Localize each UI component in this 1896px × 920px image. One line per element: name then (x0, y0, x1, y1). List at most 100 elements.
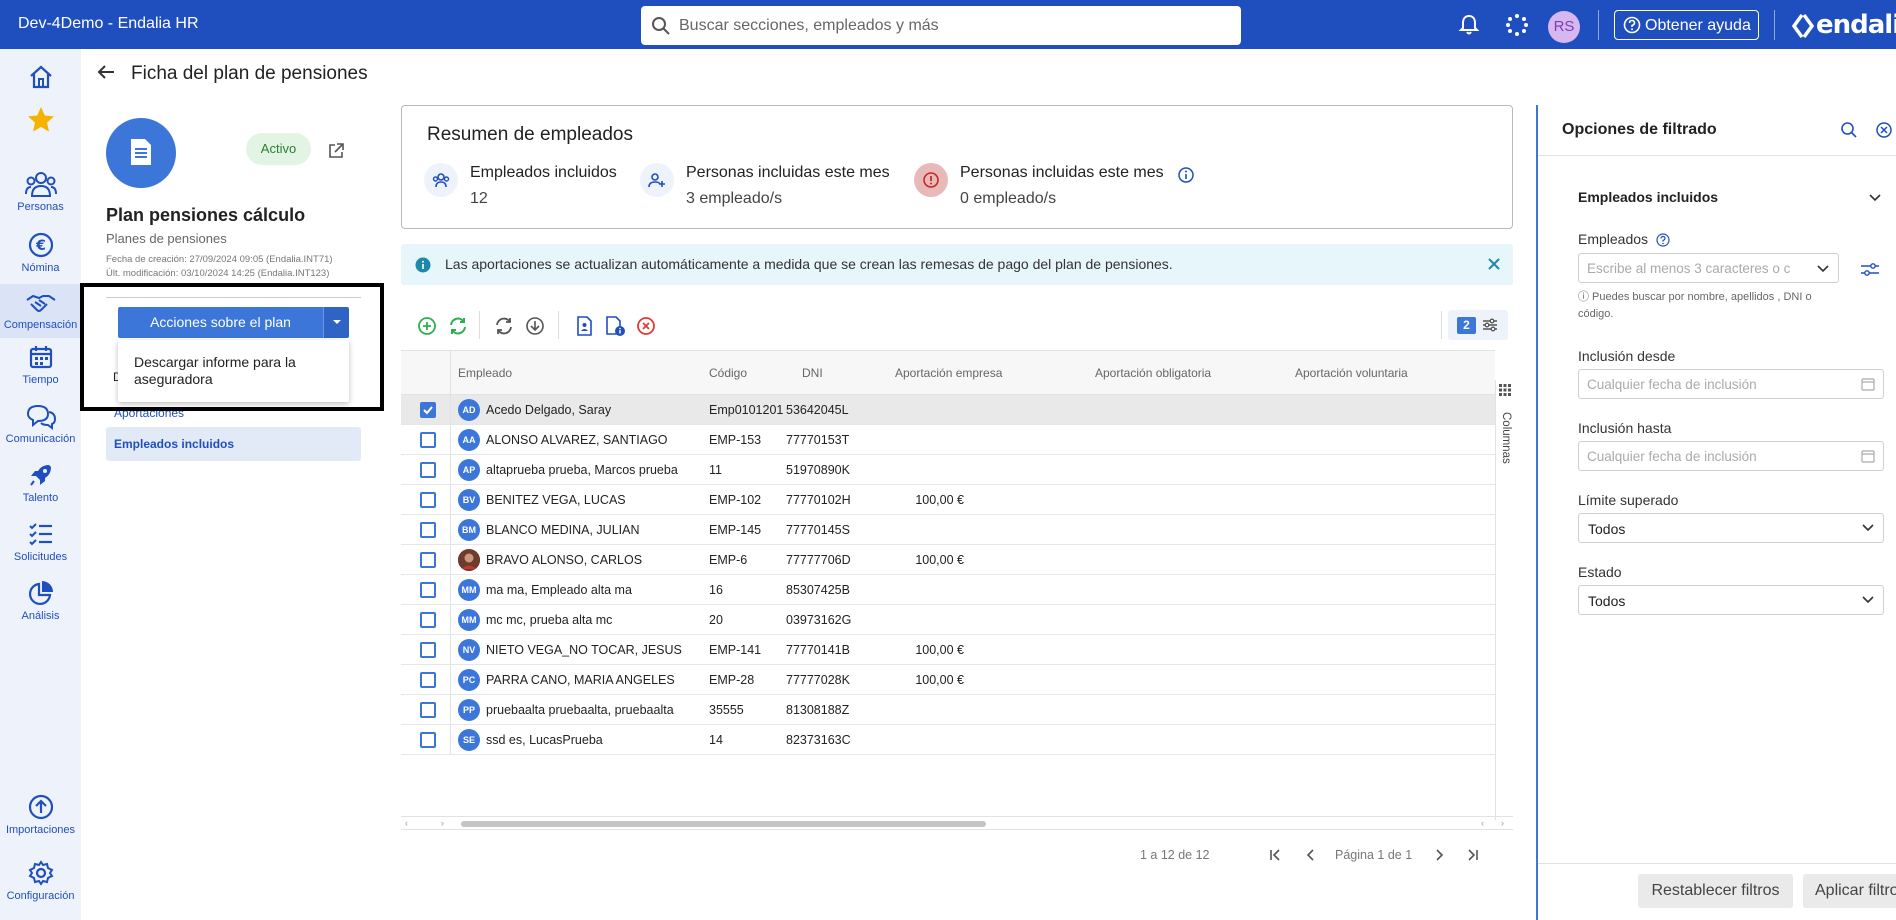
search-input[interactable] (679, 6, 1229, 45)
row-checkbox[interactable] (420, 462, 436, 478)
table-row[interactable]: MM mc mc, prueba alta mc 20 03973162G (401, 605, 1495, 635)
external-link-icon[interactable] (327, 142, 345, 160)
nav-solicitudes[interactable]: Solicitudes (0, 520, 81, 563)
nav-tiempo[interactable]: Tiempo (0, 343, 81, 386)
table-row[interactable]: AA ALONSO ALVAREZ, SANTIAGO EMP-153 7777015… (401, 425, 1495, 455)
cell-employee: BENITEZ VEGA, LUCAS (486, 493, 626, 507)
nav-talento[interactable]: Talento (0, 461, 81, 504)
employees-grid: Empleado Código DNI Aportación empresa A… (401, 350, 1513, 830)
table-row[interactable]: NV NIETO VEGA_NO TOCAR, JESUS EMP-141 77770… (401, 635, 1495, 665)
user-avatar[interactable]: RS (1548, 11, 1580, 43)
column-header[interactable]: Código (709, 366, 747, 380)
previous-page-icon[interactable] (1302, 846, 1320, 864)
apply-filters-button[interactable]: Aplicar filtros (1803, 874, 1896, 908)
subnav-item-empleados[interactable]: Empleados incluidos (106, 427, 361, 461)
nav-personas[interactable]: Personas (0, 170, 81, 213)
cancel-icon[interactable] (635, 315, 657, 337)
bell-icon[interactable] (1456, 12, 1482, 38)
row-checkbox[interactable] (420, 612, 436, 628)
add-icon[interactable] (416, 315, 438, 337)
scroll-right-icon[interactable]: › (1501, 818, 1504, 828)
scroll-right-icon[interactable]: › (441, 818, 444, 828)
row-checkbox[interactable] (420, 402, 436, 418)
estado-select[interactable]: Todos (1578, 585, 1884, 615)
column-header[interactable]: Aportación voluntaria (1295, 366, 1408, 380)
cell-code: 14 (709, 733, 723, 747)
stat-label: Personas incluidas este mes (960, 164, 1164, 181)
nav-favorites[interactable] (0, 105, 81, 135)
filter-panel-title: Opciones de filtrado (1562, 121, 1717, 138)
adjust-icon[interactable] (1860, 261, 1880, 279)
close-icon[interactable] (1487, 257, 1501, 271)
scroll-left-icon[interactable]: ‹ (1481, 818, 1484, 828)
help-icon[interactable] (1656, 233, 1670, 247)
loading-spinner-icon[interactable] (1504, 12, 1530, 38)
reset-filters-button[interactable]: Restablecer filtros (1638, 874, 1793, 908)
row-checkbox[interactable] (420, 672, 436, 688)
nav-comunicacion[interactable]: Comunicación (0, 402, 81, 445)
column-header[interactable]: Aportación obligatoria (1095, 366, 1211, 380)
next-page-icon[interactable] (1430, 846, 1448, 864)
back-arrow-icon[interactable] (96, 62, 116, 82)
table-row[interactable]: PP pruebaalta pruebaalta, pruebaalta 35555… (401, 695, 1495, 725)
global-search[interactable] (641, 6, 1241, 45)
row-checkbox[interactable] (420, 432, 436, 448)
table-row[interactable]: AP altaprueba prueba, Marcos prueba 11 5197… (401, 455, 1495, 485)
table-row[interactable]: BV BENITEZ VEGA, LUCAS EMP-102 77770102H 100… (401, 485, 1495, 515)
nav-label: Solicitudes (13, 551, 68, 563)
hasta-label: Inclusión hasta (1578, 420, 1672, 436)
calendar-icon[interactable] (1861, 377, 1875, 391)
sync-icon[interactable] (447, 315, 469, 337)
column-header[interactable]: DNI (802, 366, 823, 380)
search-icon[interactable] (1840, 121, 1858, 139)
horizontal-scrollbar[interactable]: ‹ › ‹ › (401, 816, 1513, 830)
row-checkbox[interactable] (420, 702, 436, 718)
row-checkbox[interactable] (420, 642, 436, 658)
scrollbar-thumb[interactable] (461, 821, 986, 827)
nav-home[interactable] (0, 63, 81, 91)
table-row[interactable]: BM BLANCO MEDINA, JULIAN EMP-145 77770145S (401, 515, 1495, 545)
row-checkbox[interactable] (420, 522, 436, 538)
columns-panel-toggle[interactable]: Columnas (1495, 380, 1513, 820)
table-row[interactable]: AD Acedo Delgado, Saray Emp0101201 53642045… (401, 395, 1495, 425)
row-checkbox[interactable] (420, 732, 436, 748)
row-checkbox[interactable] (420, 492, 436, 508)
table-row[interactable]: SE ssd es, LucasPrueba 14 82373163C (401, 725, 1495, 755)
chevron-down-icon (1817, 265, 1829, 273)
left-nav: Personas € Nómina Compensación Tiempo Co… (0, 49, 81, 920)
nav-compensacion[interactable]: Compensación (0, 284, 81, 338)
first-page-icon[interactable] (1266, 846, 1284, 864)
empleados-combobox[interactable]: Escribe al menos 3 caracteres o c (1578, 253, 1839, 283)
calendar-icon[interactable] (1861, 449, 1875, 463)
desde-date-input[interactable]: Cualquier fecha de inclusión (1578, 369, 1884, 399)
nav-nomina[interactable]: € Nómina (0, 231, 81, 274)
help-button[interactable]: Obtener ayuda (1614, 10, 1759, 40)
nav-label: Comunicación (5, 433, 76, 445)
chevron-down-icon (1862, 524, 1874, 532)
document-user-icon[interactable] (573, 315, 595, 337)
filter-section-title[interactable]: Empleados incluidos (1578, 189, 1718, 205)
avatar (458, 549, 480, 571)
download-icon[interactable] (524, 315, 546, 337)
close-circle-icon[interactable] (1875, 121, 1893, 139)
nav-importaciones[interactable]: Importaciones (0, 793, 81, 836)
column-header[interactable]: Empleado (458, 366, 512, 380)
last-page-icon[interactable] (1464, 846, 1482, 864)
table-row[interactable]: MM ma ma, Empleado alta ma 16 85307425B (401, 575, 1495, 605)
chevron-down-icon[interactable] (1868, 193, 1882, 203)
info-icon[interactable] (1177, 166, 1195, 184)
nav-analisis[interactable]: Análisis (0, 579, 81, 622)
refresh-icon[interactable] (493, 315, 515, 337)
scroll-left-icon[interactable]: ‹ (405, 818, 408, 828)
table-row[interactable]: PC PARRA CANO, MARIA ANGELES EMP-28 7777702… (401, 665, 1495, 695)
column-header[interactable]: Aportación empresa (895, 366, 1002, 380)
document-info-icon[interactable] (604, 315, 626, 337)
row-checkbox[interactable] (420, 582, 436, 598)
divider (450, 515, 451, 544)
hasta-date-input[interactable]: Cualquier fecha de inclusión (1578, 441, 1884, 471)
nav-configuracion[interactable]: Configuración (0, 859, 81, 902)
table-row[interactable]: BRAVO ALONSO, CARLOS EMP-6 77777706D 100,00… (401, 545, 1495, 575)
filter-toggle[interactable]: 2 (1448, 310, 1508, 340)
row-checkbox[interactable] (420, 552, 436, 568)
limite-select[interactable]: Todos (1578, 513, 1884, 543)
